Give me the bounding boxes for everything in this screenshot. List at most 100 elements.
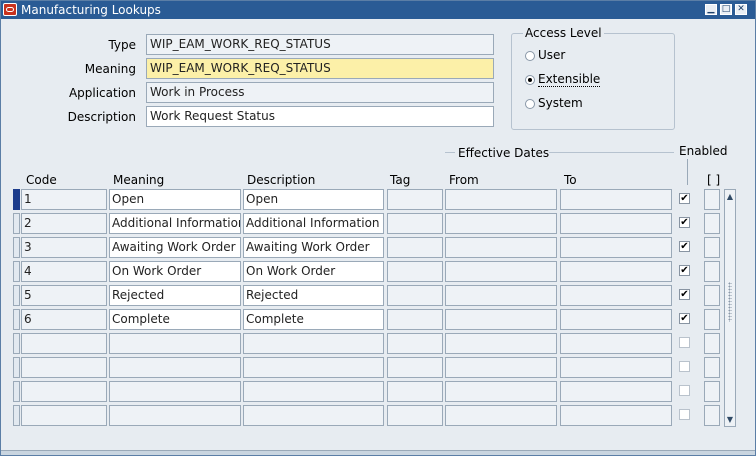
cell-flexfield[interactable]: [704, 285, 720, 306]
cell-meaning[interactable]: Open: [109, 189, 241, 210]
cell-meaning[interactable]: Additional Information: [109, 213, 241, 234]
access-extensible-label[interactable]: Extensible: [538, 72, 601, 87]
cell-flexfield[interactable]: [704, 237, 720, 258]
row-selector[interactable]: [13, 261, 20, 282]
scroll-grip[interactable]: [728, 282, 732, 322]
enabled-checkbox[interactable]: [679, 385, 690, 396]
cell-tag[interactable]: [387, 213, 443, 234]
cell-code[interactable]: 3: [21, 237, 107, 258]
cell-description[interactable]: [243, 357, 384, 378]
cell-tag[interactable]: [387, 261, 443, 282]
cell-description[interactable]: Rejected: [243, 285, 384, 306]
cell-flexfield[interactable]: [704, 381, 720, 402]
cell-meaning[interactable]: [109, 381, 241, 402]
cell-to[interactable]: [560, 189, 672, 210]
cell-description[interactable]: Open: [243, 189, 384, 210]
cell-meaning[interactable]: [109, 405, 241, 426]
cell-tag[interactable]: [387, 357, 443, 378]
cell-description[interactable]: [243, 405, 384, 426]
cell-from[interactable]: [445, 285, 557, 306]
scroll-up-icon[interactable]: ▲: [725, 191, 735, 202]
cell-tag[interactable]: [387, 405, 443, 426]
cell-tag[interactable]: [387, 285, 443, 306]
access-system-radio[interactable]: [525, 99, 535, 109]
cell-flexfield[interactable]: [704, 357, 720, 378]
cell-code[interactable]: [21, 357, 107, 378]
cell-tag[interactable]: [387, 333, 443, 354]
cell-from[interactable]: [445, 213, 557, 234]
cell-to[interactable]: [560, 381, 672, 402]
cell-code[interactable]: 6: [21, 309, 107, 330]
cell-to[interactable]: [560, 213, 672, 234]
cell-code[interactable]: [21, 405, 107, 426]
enabled-checkbox[interactable]: [679, 361, 690, 372]
cell-description[interactable]: Awaiting Work Order: [243, 237, 384, 258]
cell-tag[interactable]: [387, 237, 443, 258]
maximize-icon[interactable]: □: [720, 4, 732, 15]
access-system-label[interactable]: System: [538, 96, 583, 110]
enabled-checkbox[interactable]: ✔: [679, 289, 690, 300]
cell-from[interactable]: [445, 189, 557, 210]
enabled-checkbox[interactable]: ✔: [679, 193, 690, 204]
cell-description[interactable]: Additional Information: [243, 213, 384, 234]
cell-flexfield[interactable]: [704, 189, 720, 210]
row-selector[interactable]: [13, 381, 20, 402]
cell-from[interactable]: [445, 237, 557, 258]
cell-from[interactable]: [445, 309, 557, 330]
table-scrollbar[interactable]: ▲ ▼: [724, 189, 736, 427]
application-field[interactable]: Work in Process: [146, 82, 494, 103]
cell-description[interactable]: Complete: [243, 309, 384, 330]
enabled-checkbox[interactable]: ✔: [679, 241, 690, 252]
enabled-checkbox[interactable]: ✔: [679, 313, 690, 324]
cell-meaning[interactable]: Complete: [109, 309, 241, 330]
row-selector[interactable]: [13, 405, 20, 426]
cell-flexfield[interactable]: [704, 333, 720, 354]
cell-to[interactable]: [560, 309, 672, 330]
row-selector[interactable]: [13, 309, 20, 330]
cell-meaning[interactable]: [109, 357, 241, 378]
close-icon[interactable]: ✕: [735, 4, 747, 15]
type-field[interactable]: WIP_EAM_WORK_REQ_STATUS: [146, 34, 494, 55]
enabled-checkbox[interactable]: ✔: [679, 265, 690, 276]
cell-meaning[interactable]: Rejected: [109, 285, 241, 306]
row-selector[interactable]: [13, 237, 20, 258]
cell-to[interactable]: [560, 357, 672, 378]
row-selector[interactable]: [13, 189, 20, 210]
cell-flexfield[interactable]: [704, 405, 720, 426]
meaning-field[interactable]: WIP_EAM_WORK_REQ_STATUS: [146, 58, 494, 79]
cell-to[interactable]: [560, 285, 672, 306]
cell-description[interactable]: [243, 333, 384, 354]
cell-flexfield[interactable]: [704, 213, 720, 234]
cell-code[interactable]: 5: [21, 285, 107, 306]
cell-to[interactable]: [560, 333, 672, 354]
cell-flexfield[interactable]: [704, 309, 720, 330]
title-bar[interactable]: Manufacturing Lookups ▁ □ ✕: [1, 1, 755, 19]
enabled-checkbox[interactable]: ✔: [679, 217, 690, 228]
cell-code[interactable]: 1: [21, 189, 107, 210]
cell-from[interactable]: [445, 405, 557, 426]
cell-description[interactable]: On Work Order: [243, 261, 384, 282]
cell-tag[interactable]: [387, 309, 443, 330]
cell-from[interactable]: [445, 261, 557, 282]
enabled-checkbox[interactable]: [679, 337, 690, 348]
minimize-icon[interactable]: ▁: [705, 4, 717, 15]
cell-code[interactable]: 4: [21, 261, 107, 282]
enabled-checkbox[interactable]: [679, 409, 690, 420]
cell-to[interactable]: [560, 261, 672, 282]
cell-code[interactable]: [21, 381, 107, 402]
cell-meaning[interactable]: Awaiting Work Order: [109, 237, 241, 258]
description-field[interactable]: Work Request Status: [146, 106, 494, 127]
cell-to[interactable]: [560, 405, 672, 426]
cell-from[interactable]: [445, 381, 557, 402]
cell-flexfield[interactable]: [704, 261, 720, 282]
access-user-radio[interactable]: [525, 51, 535, 61]
cell-from[interactable]: [445, 357, 557, 378]
cell-from[interactable]: [445, 333, 557, 354]
row-selector[interactable]: [13, 285, 20, 306]
row-selector[interactable]: [13, 357, 20, 378]
cell-tag[interactable]: [387, 189, 443, 210]
cell-to[interactable]: [560, 237, 672, 258]
cell-description[interactable]: [243, 381, 384, 402]
access-extensible-radio[interactable]: [525, 75, 535, 85]
row-selector[interactable]: [13, 333, 20, 354]
